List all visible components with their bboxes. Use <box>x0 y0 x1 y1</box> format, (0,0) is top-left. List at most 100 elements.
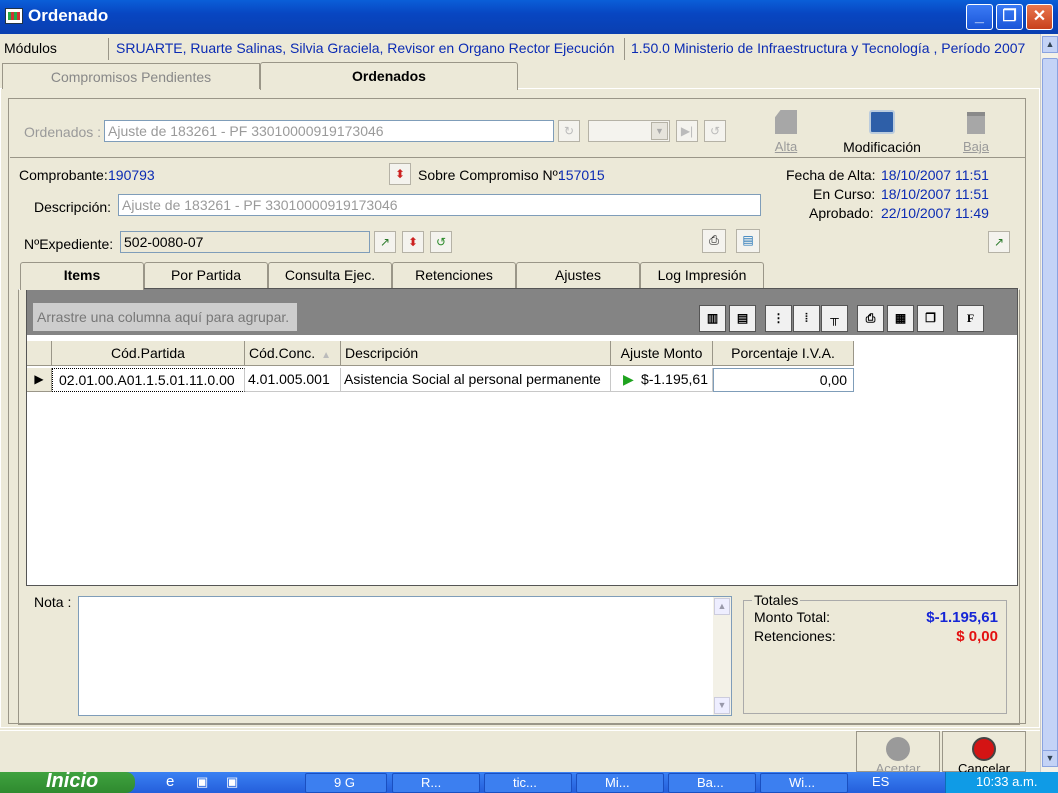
print-button[interactable]: ⎙ <box>702 229 726 253</box>
restore-icon: ❐ <box>1002 8 1017 25</box>
aprobado-value: 22/10/2007 11:49 <box>881 205 989 221</box>
grid-expand-icon[interactable]: ⋮ <box>765 305 792 332</box>
scroll-down-icon[interactable]: ▼ <box>714 697 730 714</box>
cell-porcentaje-iva[interactable]: 0,00 <box>713 368 854 392</box>
trash-icon <box>967 112 985 134</box>
ordenados-selector[interactable]: Ajuste de 183261 - PF 33010000919173046 <box>104 120 554 142</box>
taskbar-item-1[interactable]: 9 G <box>305 773 387 793</box>
descripcion-field[interactable]: Ajuste de 183261 - PF 33010000919173046 <box>118 194 761 216</box>
col-header-ajuste-monto[interactable]: Ajuste Monto <box>611 341 713 366</box>
taskbar-item-5[interactable]: Ba... <box>668 773 756 793</box>
tab-items[interactable]: Items <box>20 262 144 290</box>
tab-por-partida[interactable]: Por Partida <box>144 262 268 288</box>
window-title-bar[interactable]: Ordenado _ ❐ ✕ <box>0 0 1058 34</box>
next-button[interactable]: ▶| <box>676 120 698 142</box>
aceptar-button[interactable]: Aceptar <box>856 731 940 776</box>
printer-icon[interactable]: ⎙ <box>857 305 884 332</box>
chevron-down-icon[interactable]: ▼ <box>651 122 668 140</box>
close-button[interactable]: ✕ <box>1026 4 1053 30</box>
maximize-button[interactable]: ❐ <box>996 4 1023 30</box>
clock[interactable]: 10:33 a.m. <box>976 774 1037 789</box>
scroll-up-icon[interactable]: ▲ <box>1042 36 1058 53</box>
modules-menu[interactable]: Módulos <box>4 40 57 56</box>
tab-retenciones[interactable]: Retenciones <box>392 262 516 288</box>
grid-fit-icon[interactable]: ╥ <box>821 305 848 332</box>
tab-consulta-ejec[interactable]: Consulta Ejec. <box>268 262 392 288</box>
nota-textarea[interactable]: ▲ ▼ <box>78 596 732 716</box>
system-tray: 10:33 a.m. <box>945 772 1058 793</box>
monto-total-label: Monto Total: <box>754 609 831 625</box>
copy-icon[interactable]: ❐ <box>917 305 944 332</box>
ie-icon[interactable]: e <box>166 773 174 790</box>
print-preview-button[interactable]: ▤ <box>736 229 760 253</box>
scroll-up-icon[interactable]: ▲ <box>714 598 730 615</box>
taskbar: Inicio e ▣ ▣ 9 G R... tic... Mi... Ba...… <box>0 771 1058 793</box>
export-icon[interactable]: ▦ <box>887 305 914 332</box>
baja-button[interactable]: Baja <box>956 108 996 154</box>
accept-icon <box>886 737 910 761</box>
undo-icon: ↺ <box>709 124 721 138</box>
grid-collapse-icon[interactable]: ⦙ <box>793 305 820 332</box>
printer-icon: ⎙ <box>709 233 719 247</box>
group-by-area[interactable]: Arrastre una columna aquí para agrupar. … <box>27 289 1017 335</box>
scroll-down-icon[interactable]: ▼ <box>1042 750 1058 767</box>
items-grid: Arrastre una columna aquí para agrupar. … <box>26 288 1018 586</box>
expediente-undo-button[interactable]: ↺ <box>430 231 452 253</box>
col-header-porcentaje-iva[interactable]: Porcentaje I.V.A. <box>713 341 854 366</box>
cell-cod-partida[interactable]: 02.01.00.A01.1.5.01.11.0.00 <box>52 368 245 392</box>
retenciones-value: $ 0,00 <box>956 628 998 645</box>
cancel-icon <box>972 737 996 761</box>
app-icon <box>5 8 23 24</box>
minimize-icon: _ <box>975 8 984 25</box>
taskbar-item-4[interactable]: Mi... <box>576 773 664 793</box>
search-combo[interactable]: ▼ <box>588 120 670 142</box>
undo-icon: ↺ <box>435 235 447 249</box>
sobre-compromiso-button[interactable]: ⬍ <box>389 163 411 185</box>
cell-ajuste-monto[interactable]: ▶ $-1.195,61 <box>611 368 713 392</box>
scroll-thumb[interactable] <box>1042 58 1058 763</box>
fecha-alta-label: Fecha de Alta: <box>786 167 876 183</box>
col-header-cod-partida[interactable]: Cód.Partida <box>52 341 245 366</box>
cell-descripcion[interactable]: Asistencia Social al personal permanente <box>341 368 611 392</box>
col-header-cod-conc[interactable]: Cód.Conc. ▲ <box>245 341 341 366</box>
expediente-lookup-button[interactable]: ↗ <box>374 231 396 253</box>
nota-scrollbar[interactable]: ▲ ▼ <box>713 597 731 715</box>
language-indicator[interactable]: ES <box>872 774 889 789</box>
comprobante-label: Comprobante: <box>19 167 108 183</box>
col-header-descripcion[interactable]: Descripción <box>341 341 611 366</box>
sort-asc-icon: ▲ <box>321 350 332 361</box>
function-icon[interactable]: F <box>957 305 984 332</box>
tab-ordenados[interactable]: Ordenados <box>260 62 518 90</box>
fecha-lookup-button[interactable]: ↗ <box>988 231 1010 253</box>
en-curso-value: 18/10/2007 11:51 <box>881 186 989 202</box>
window-scrollbar[interactable]: ▲ ▼ <box>1040 34 1058 772</box>
grid-filter-icon[interactable]: ▤ <box>729 305 756 332</box>
tab-ajustes[interactable]: Ajustes <box>516 262 640 288</box>
refresh-button[interactable]: ↻ <box>558 120 580 142</box>
cell-cod-conc[interactable]: 4.01.005.001 <box>245 368 341 392</box>
modificacion-button[interactable]: Modificación <box>838 108 926 155</box>
tab-log-impresion[interactable]: Log Impresión <box>640 262 764 288</box>
quicklaunch-icon[interactable]: ▣ <box>196 774 208 790</box>
refresh-icon: ↻ <box>563 124 575 138</box>
taskbar-item-6[interactable]: Wi... <box>760 773 848 793</box>
expediente-move-button[interactable]: ⬍ <box>402 231 424 253</box>
grid-columns-icon[interactable]: ▥ <box>699 305 726 332</box>
taskbar-item-2[interactable]: R... <box>392 773 480 793</box>
expediente-field[interactable]: 502-0080-07 <box>120 231 370 253</box>
retenciones-label: Retenciones: <box>754 628 836 644</box>
tab-compromisos-pendientes[interactable]: Compromisos Pendientes <box>2 63 260 89</box>
en-curso-label: En Curso: <box>813 186 876 202</box>
aprobado-label: Aprobado: <box>809 205 874 221</box>
undo-button[interactable]: ↺ <box>704 120 726 142</box>
alta-button[interactable]: Alta <box>766 108 806 154</box>
minimize-button[interactable]: _ <box>966 4 993 30</box>
quicklaunch-icon-2[interactable]: ▣ <box>226 774 238 790</box>
pointer-icon: ↗ <box>993 235 1005 249</box>
ordenados-label: Ordenados : <box>24 124 102 140</box>
taskbar-item-3[interactable]: tic... <box>484 773 572 793</box>
sobre-compromiso-label: Sobre Compromiso Nº: <box>418 167 562 183</box>
sobre-compromiso-value: 157015 <box>558 167 605 183</box>
cancelar-button[interactable]: Cancelar <box>942 731 1026 776</box>
start-button[interactable]: Inicio <box>0 771 135 793</box>
